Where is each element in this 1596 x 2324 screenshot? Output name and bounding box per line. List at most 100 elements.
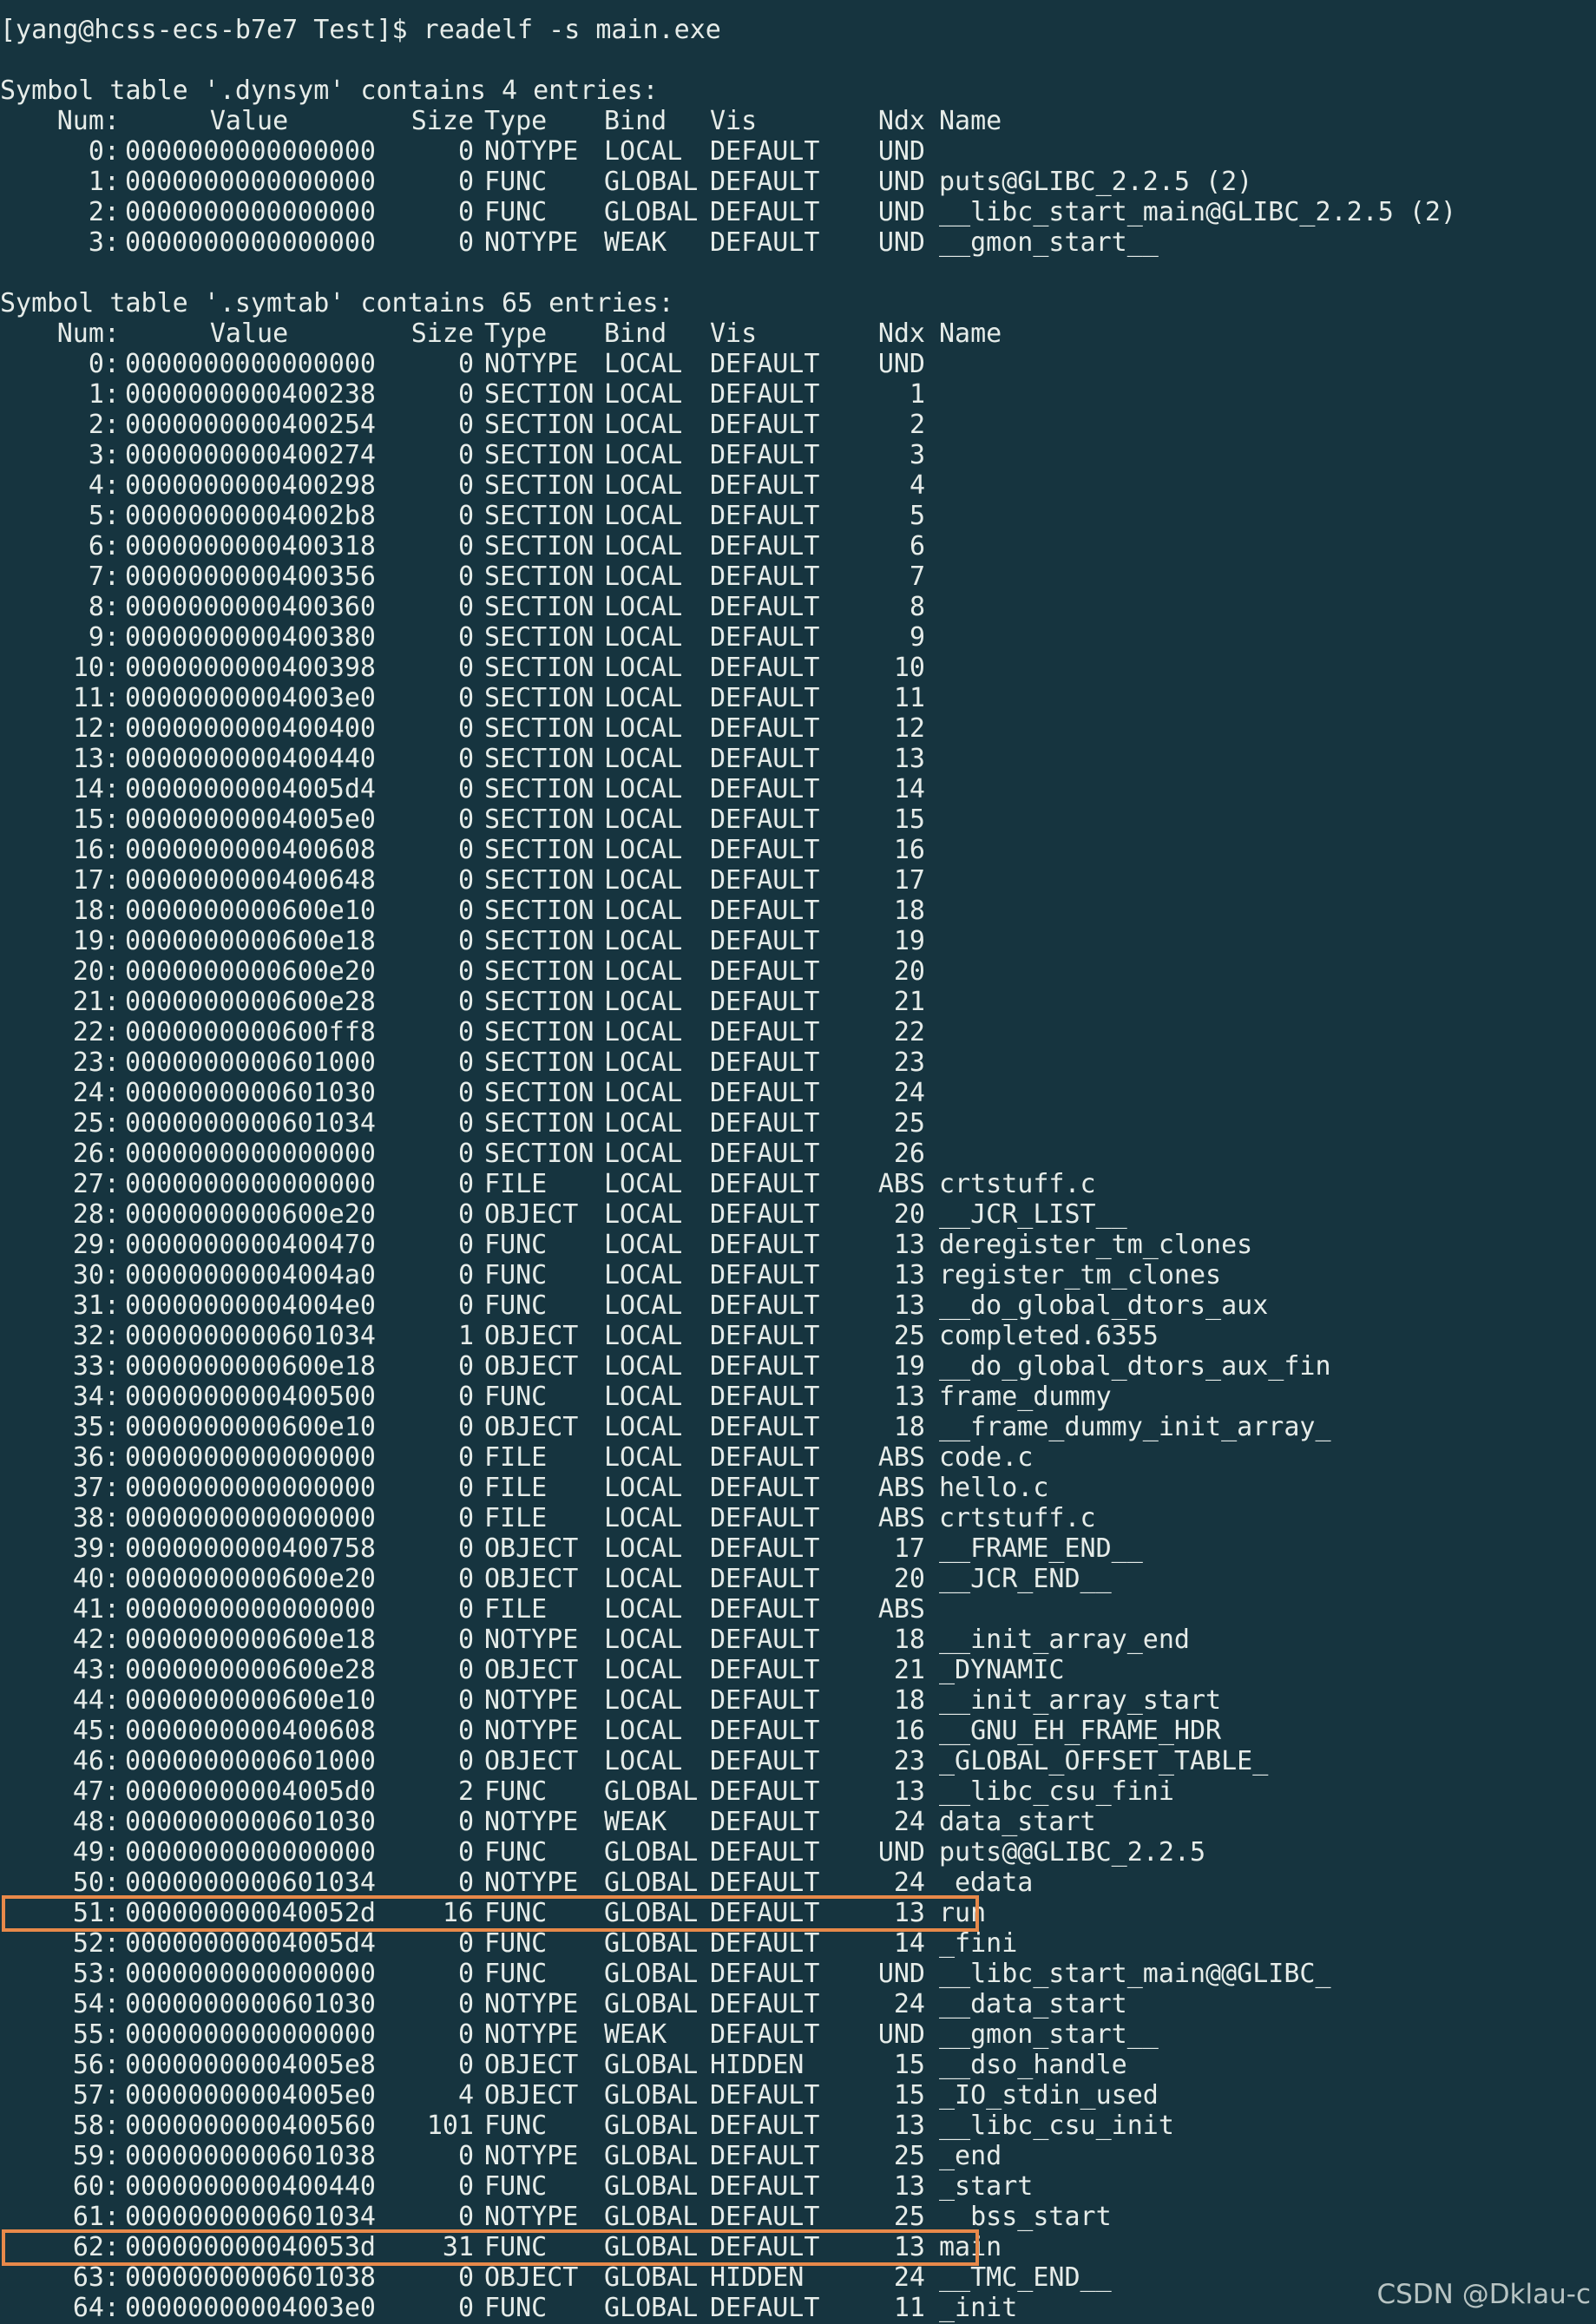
cell-size: 0 — [457, 2141, 474, 2171]
cell-value: 0000000000000000 — [125, 1959, 376, 1989]
cell-vis: DEFAULT — [710, 2019, 820, 2050]
cell-type: SECTION — [484, 653, 594, 683]
cell-bind: LOCAL — [604, 1047, 683, 1078]
cell-size: 0 — [457, 227, 474, 258]
cell-type: OBJECT — [484, 1199, 579, 1230]
cell-num: 26: — [72, 1139, 120, 1169]
cell-type: FILE — [484, 1594, 548, 1625]
cell-type: SECTION — [484, 410, 594, 440]
cell-value: 0000000000600e10 — [125, 1685, 376, 1716]
cell-type: FILE — [484, 1473, 548, 1503]
cell-num: 13: — [72, 744, 120, 774]
cell-size: 0 — [457, 1351, 474, 1382]
cell-vis: HIDDEN — [710, 2050, 805, 2080]
cell-ndx: 13 — [893, 1776, 925, 1807]
cell-ndx: ABS — [877, 1503, 925, 1533]
cell-vis: DEFAULT — [710, 1625, 820, 1655]
cell-type: FUNC — [484, 197, 548, 227]
cell-num: 53: — [72, 1959, 120, 1989]
symbol-row: 48: 0000000000601030 0 NOTYPE WEAK DEFAULT 24 d… — [0, 1807, 1096, 1837]
cell-type: SECTION — [484, 440, 594, 470]
cell-name: __gmon_start__ — [939, 227, 1159, 258]
cell-name: __FRAME_END__ — [939, 1533, 1143, 1564]
cell-name: _init — [939, 2293, 1018, 2323]
cell-size: 0 — [457, 197, 474, 227]
cell-bind: GLOBAL — [604, 1959, 699, 1989]
cell-bind: LOCAL — [604, 804, 683, 835]
symbol-row: 62: 000000000040053d 31 FUNC GLOBAL DEFAULT 13… — [0, 2232, 1002, 2262]
cell-num: 9: — [88, 622, 120, 653]
cell-value: 00000000004003e0 — [125, 2293, 376, 2323]
cell-ndx: 24 — [893, 1807, 925, 1837]
cell-value: 0000000000400470 — [125, 1230, 376, 1260]
cell-vis: DEFAULT — [710, 1442, 820, 1473]
symbol-row: 57: 00000000004005e0 4 OBJECT GLOBAL DEFAULT 1… — [0, 2080, 1159, 2111]
symbol-row: 43: 0000000000600e28 0 OBJECT LOCAL DEFAULT 21… — [0, 1655, 1065, 1685]
cell-size: 0 — [457, 1807, 474, 1837]
cell-type: FUNC — [484, 2111, 548, 2141]
cell-vis: DEFAULT — [710, 197, 820, 227]
cell-num: 15: — [72, 804, 120, 835]
terminal-window[interactable]: [yang@hcss-ecs-b7e7 Test]$ readelf -s ma… — [0, 0, 1596, 2324]
cell-ndx: 23 — [893, 1746, 925, 1776]
cell-value: 0000000000000000 — [125, 167, 376, 197]
cell-value: 0000000000400400 — [125, 713, 376, 744]
cell-ndx: 13 — [893, 1290, 925, 1321]
cell-value: 0000000000000000 — [125, 1837, 376, 1868]
cell-num: 48: — [72, 1807, 120, 1837]
cell-ndx: 17 — [893, 1533, 925, 1564]
cell-num: 22: — [72, 1017, 120, 1047]
symbol-row: 11: 00000000004003e0 0 SECTION LOCAL DEFAULT 1… — [0, 683, 939, 713]
cell-ndx: 8 — [909, 592, 925, 622]
cell-type: FUNC — [484, 1382, 548, 1412]
cell-name: __init_array_end — [939, 1625, 1190, 1655]
cell-vis: DEFAULT — [710, 592, 820, 622]
cell-vis: DEFAULT — [710, 1382, 820, 1412]
cell-vis: DEFAULT — [710, 501, 820, 531]
column-header-name: Name — [939, 318, 1002, 349]
cell-value: 0000000000400318 — [125, 531, 376, 561]
cell-type: SECTION — [484, 1139, 594, 1169]
symbol-row: 33: 0000000000600e18 0 OBJECT LOCAL DEFAULT 19… — [0, 1351, 1331, 1382]
cell-name: main — [939, 2232, 1002, 2262]
cell-type: FUNC — [484, 2232, 548, 2262]
cell-value: 00000000004005d4 — [125, 1928, 376, 1959]
column-header-ndx: Ndx — [877, 318, 925, 349]
cell-size: 0 — [457, 1837, 474, 1868]
cell-type: SECTION — [484, 592, 594, 622]
cell-vis: DEFAULT — [710, 713, 820, 744]
cell-value: 0000000000600ff8 — [125, 1017, 376, 1047]
cell-bind: LOCAL — [604, 1169, 683, 1199]
symbol-row: 27: 0000000000000000 0 FILE LOCAL DEFAULT ABS c… — [0, 1169, 1096, 1199]
cell-bind: LOCAL — [604, 713, 683, 744]
cell-size: 4 — [457, 2080, 474, 2111]
cell-size: 0 — [457, 896, 474, 926]
cell-num: 7: — [88, 561, 120, 592]
cell-type: OBJECT — [484, 1655, 579, 1685]
cell-size: 0 — [457, 1017, 474, 1047]
cell-ndx: ABS — [877, 1169, 925, 1199]
cell-bind: LOCAL — [604, 1139, 683, 1169]
cell-num: 29: — [72, 1230, 120, 1260]
symbol-row: 17: 0000000000400648 0 SECTION LOCAL DEFAULT 1… — [0, 865, 939, 896]
cell-type: SECTION — [484, 774, 594, 804]
column-header-bind: Bind — [604, 318, 667, 349]
cell-size: 0 — [457, 1564, 474, 1594]
cell-value: 0000000000000000 — [125, 349, 376, 379]
cell-num: 1: — [88, 379, 120, 410]
cell-type: SECTION — [484, 622, 594, 653]
cell-value: 0000000000601034 — [125, 1321, 376, 1351]
symbol-row: 4: 0000000000400298 0 SECTION LOCAL DEFAULT 4 — [0, 470, 939, 501]
cell-name: __JCR_END__ — [939, 1564, 1112, 1594]
cell-name: data_start — [939, 1807, 1096, 1837]
cell-vis: DEFAULT — [710, 1047, 820, 1078]
cell-size: 0 — [457, 470, 474, 501]
cell-ndx: 6 — [909, 531, 925, 561]
column-header-vis: Vis — [710, 106, 758, 136]
cell-type: FILE — [484, 1503, 548, 1533]
symbol-row: 60: 0000000000400440 0 FUNC GLOBAL DEFAULT 13 _… — [0, 2171, 1034, 2202]
cell-name: __frame_dummy_init_array_ — [939, 1412, 1331, 1442]
cell-type: SECTION — [484, 744, 594, 774]
cell-name: _fini — [939, 1928, 1018, 1959]
cell-size: 0 — [457, 987, 474, 1017]
